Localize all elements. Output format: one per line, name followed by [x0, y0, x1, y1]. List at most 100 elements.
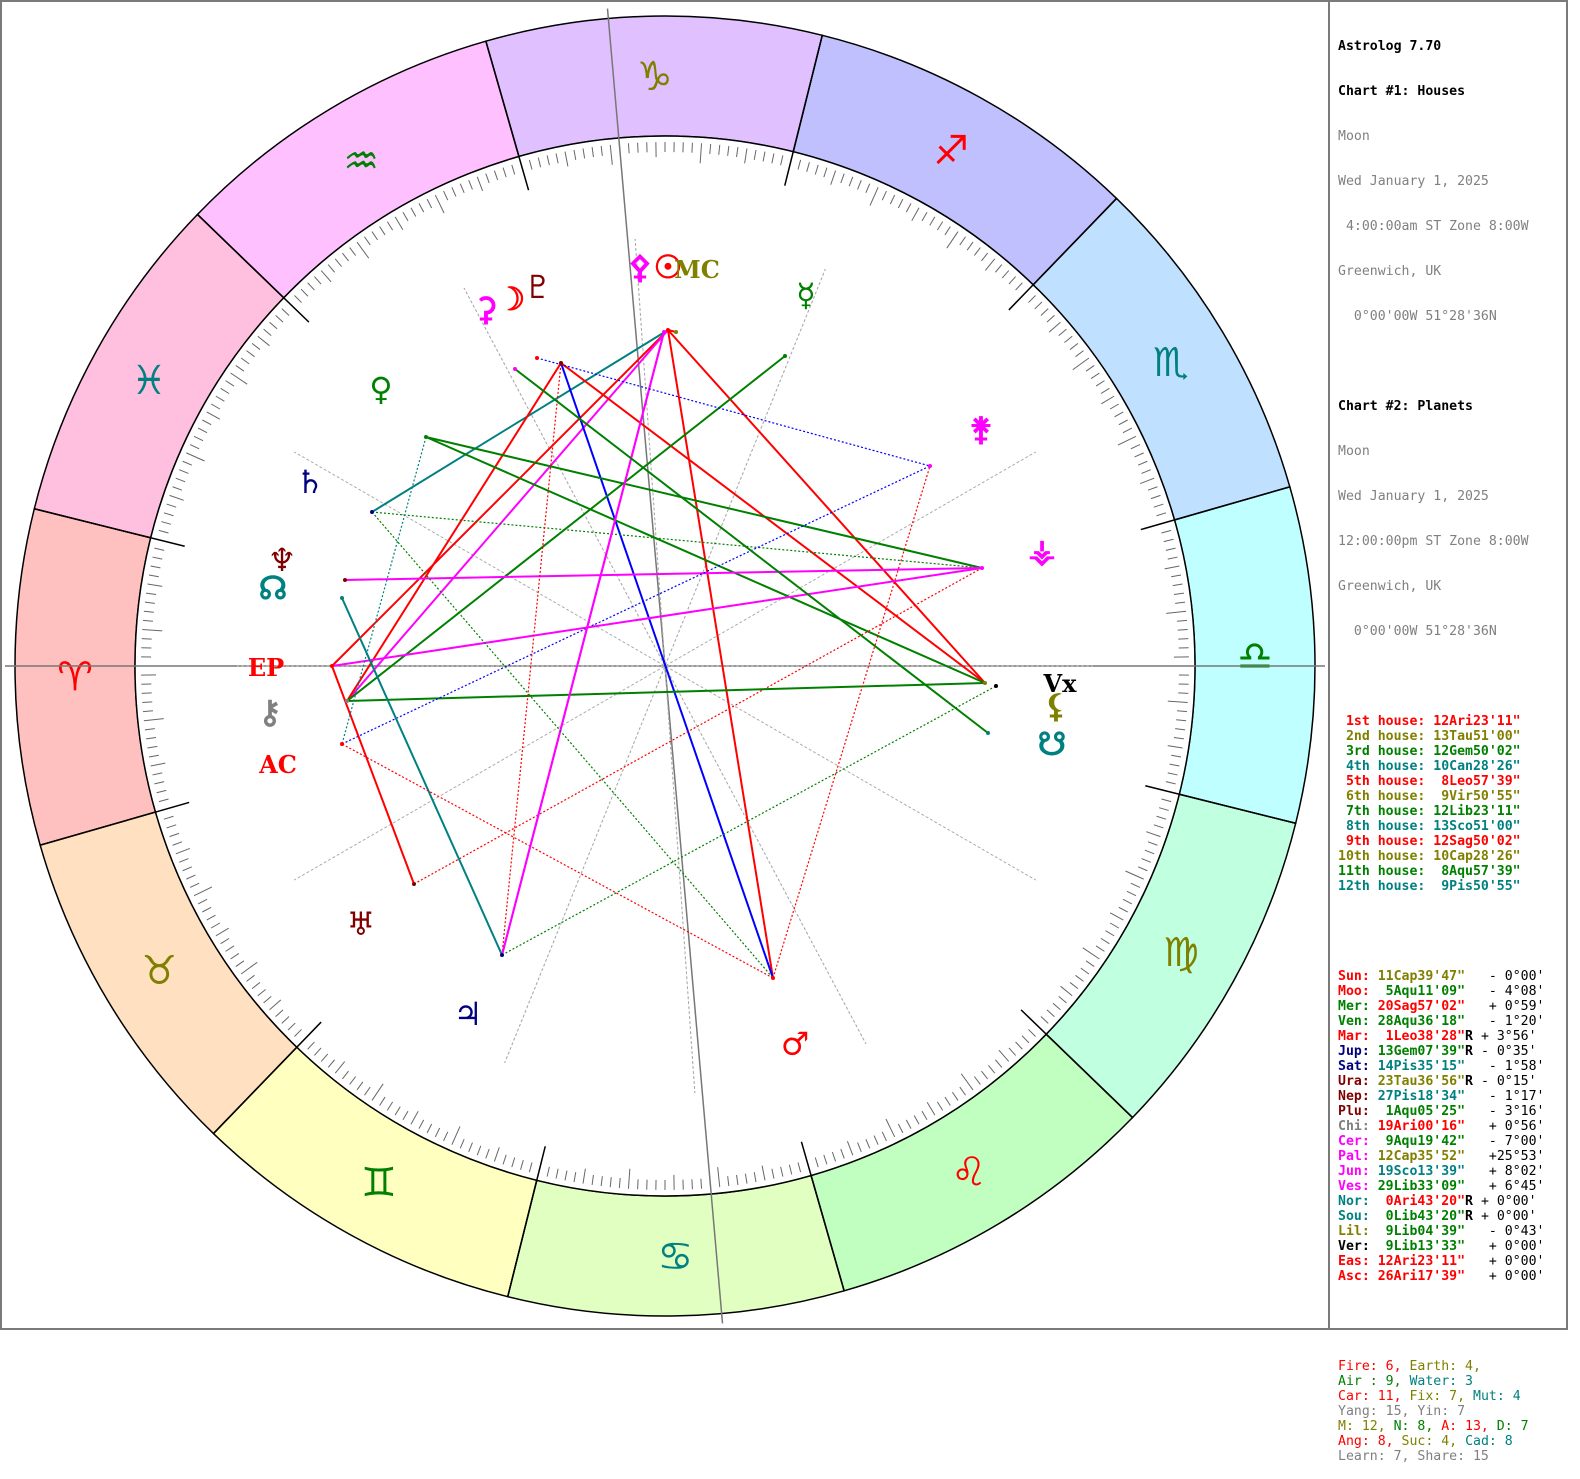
planet-marker	[559, 361, 563, 365]
house-value: 9Pis50'55"	[1425, 879, 1520, 894]
planet-latitude: - 1°20'	[1473, 1014, 1544, 1029]
planet-marker	[994, 684, 998, 688]
program-title: Astrolog 7.70	[1338, 39, 1564, 54]
planet-row: Nor: 0Ari43'20"R + 0°00'	[1338, 1194, 1564, 1209]
planet-retrograde	[1465, 969, 1473, 984]
house-label: 11th house:	[1338, 864, 1425, 879]
planet-position: 28Aqu36'18"	[1370, 1014, 1465, 1029]
planet-retrograde	[1465, 1254, 1473, 1269]
house-row: 11th house: 8Aqu57'39"	[1338, 864, 1564, 879]
planet-marker	[662, 330, 666, 334]
planet-position: 27Pis18'34"	[1370, 1089, 1465, 1104]
summary-item: Car: 11,	[1338, 1389, 1409, 1404]
planet-name: Asc:	[1338, 1269, 1370, 1284]
planet-glyph-icon: ☿	[796, 276, 816, 314]
degree-tick	[1178, 639, 1188, 640]
summary-item: Fix: 7,	[1409, 1389, 1473, 1404]
planet-position: 26Ari17'39"	[1370, 1269, 1465, 1284]
summary-item: M: 12,	[1338, 1419, 1394, 1434]
planet-position: 5Aqu11'09"	[1370, 984, 1465, 999]
chart2-place: Greenwich, UK	[1338, 579, 1564, 594]
planet-position-list: Sun: 11Cap39'47" - 0°00'Moo: 5Aqu11'09" …	[1338, 969, 1564, 1284]
planet-name: Ver:	[1338, 1239, 1370, 1254]
house-row: 9th house: 12Sag50'02"	[1338, 834, 1564, 849]
planet-retrograde: R	[1465, 1074, 1473, 1089]
house-label: 6th house:	[1338, 789, 1425, 804]
house-value: 10Cap28'26"	[1425, 849, 1520, 864]
degree-tick	[142, 693, 152, 694]
planet-row: Nep: 27Pis18'34" - 1°17'	[1338, 1089, 1564, 1104]
planet-row: Sun: 11Cap39'47" - 0°00'	[1338, 969, 1564, 984]
planet-name: Jup:	[1338, 1044, 1370, 1059]
summary-item: Learn: 7, Share: 15	[1338, 1449, 1489, 1464]
planet-marker	[783, 354, 787, 358]
planet-retrograde	[1465, 1149, 1473, 1164]
summary-item: Fire: 6,	[1338, 1359, 1409, 1374]
planet-glyph-icon: ⚴	[628, 248, 651, 286]
planet-marker	[513, 367, 517, 371]
planet-position: 1Aqu05'25"	[1370, 1104, 1465, 1119]
planet-retrograde	[1465, 1059, 1473, 1074]
planet-position: 9Lib04'39"	[1370, 1224, 1465, 1239]
house-value: 12Sag50'02"	[1425, 834, 1520, 849]
planet-row: Ven: 28Aqu36'18" - 1°20'	[1338, 1014, 1564, 1029]
chart2-time: 12:00:00pm ST Zone 8:00W	[1338, 534, 1564, 549]
house-label: 3rd house:	[1338, 744, 1425, 759]
planet-marker	[535, 356, 539, 360]
planet-marker	[986, 731, 990, 735]
degree-tick	[701, 1179, 702, 1189]
house-label: 8th house:	[1338, 819, 1425, 834]
planet-glyph-icon: ☋	[1038, 725, 1066, 763]
planet-glyph-icon: ♇	[524, 268, 553, 306]
summary-row: Ang: 8, Suc: 4, Cad: 8	[1338, 1434, 1564, 1449]
planet-name: Moo:	[1338, 984, 1370, 999]
degree-tick	[638, 1179, 639, 1189]
planet-glyph-icon: Vx	[1043, 669, 1078, 698]
planet-row: Asc: 26Ari17'39" + 0°00'	[1338, 1269, 1564, 1284]
planet-retrograde	[1465, 1164, 1473, 1179]
planet-retrograde	[1465, 1224, 1473, 1239]
planet-latitude: + 0°00'	[1473, 1194, 1537, 1209]
planet-retrograde	[1465, 1239, 1473, 1254]
planet-marker	[412, 882, 416, 886]
planet-name: Lil:	[1338, 1224, 1370, 1239]
planet-row: Ver: 9Lib13'33" + 0°00'	[1338, 1239, 1564, 1254]
summary-row: Car: 11, Fix: 7, Mut: 4	[1338, 1389, 1564, 1404]
planet-latitude: + 0°59'	[1473, 999, 1544, 1014]
house-label: 5th house:	[1338, 774, 1425, 789]
planet-glyph-icon: ♀	[369, 370, 392, 408]
planet-latitude: - 0°00'	[1473, 969, 1544, 984]
house-label: 7th house:	[1338, 804, 1425, 819]
planet-latitude: + 0°00'	[1473, 1209, 1537, 1224]
house-row: 4th house: 10Can28'26"	[1338, 759, 1564, 774]
house-row: 3rd house: 12Gem50'02"	[1338, 744, 1564, 759]
planet-position: 12Cap35'52"	[1370, 1149, 1465, 1164]
house-value: 10Can28'26"	[1425, 759, 1520, 774]
house-row: 8th house: 13Sco51'00"	[1338, 819, 1564, 834]
planet-name: Pal:	[1338, 1149, 1370, 1164]
planet-position: 29Lib33'09"	[1370, 1179, 1465, 1194]
planet-retrograde: R	[1465, 1194, 1473, 1209]
summary-row: Learn: 7, Share: 15	[1338, 1449, 1564, 1464]
house-row: 2nd house: 13Tau51'00"	[1338, 729, 1564, 744]
planet-marker	[666, 328, 670, 332]
house-label: 4th house:	[1338, 759, 1425, 774]
planet-marker	[343, 578, 347, 582]
house-row: 5th house: 8Leo57'39"	[1338, 774, 1564, 789]
planet-position: 9Lib13'33"	[1370, 1239, 1465, 1254]
planet-marker	[983, 681, 987, 685]
summary-item: Air : 9,	[1338, 1374, 1409, 1389]
planet-position: 20Sag57'02"	[1370, 999, 1465, 1014]
planet-marker	[345, 699, 349, 703]
planet-position: 0Lib43'20"	[1370, 1209, 1465, 1224]
planet-marker	[928, 464, 932, 468]
planet-latitude: - 0°15'	[1473, 1074, 1537, 1089]
house-value: 12Gem50'02"	[1425, 744, 1520, 759]
chart2-name: Moon	[1338, 444, 1564, 459]
planet-row: Cer: 9Aqu19'42" - 7°00'	[1338, 1134, 1564, 1149]
house-value: 8Aqu57'39"	[1425, 864, 1520, 879]
planet-row: Pal: 12Cap35'52" +25°53'	[1338, 1149, 1564, 1164]
house-row: 7th house: 12Lib23'11"	[1338, 804, 1564, 819]
planet-latitude: + 0°00'	[1473, 1254, 1544, 1269]
sign-glyph-icon: ♑	[637, 54, 673, 100]
